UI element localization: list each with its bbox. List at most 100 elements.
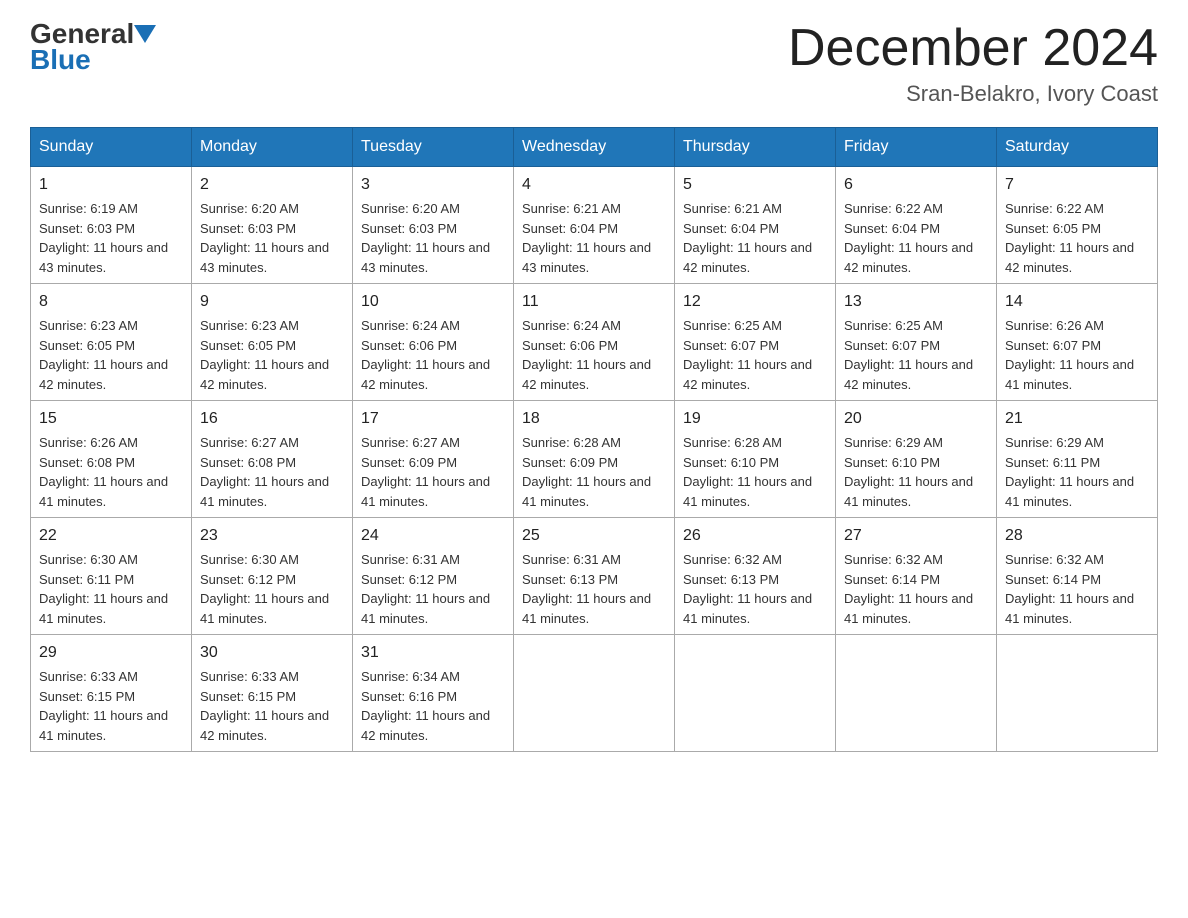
sunrise-label: Sunrise: 6:22 AM (844, 201, 943, 216)
table-row (836, 635, 997, 752)
header-monday: Monday (192, 128, 353, 167)
sunrise-label: Sunrise: 6:26 AM (1005, 318, 1104, 333)
daylight-label: Daylight: 11 hours and 43 minutes. (522, 240, 651, 275)
sunset-label: Sunset: 6:03 PM (39, 221, 135, 236)
sunrise-label: Sunrise: 6:24 AM (522, 318, 621, 333)
sunrise-label: Sunrise: 6:20 AM (361, 201, 460, 216)
header-tuesday: Tuesday (353, 128, 514, 167)
day-number: 5 (683, 173, 827, 197)
day-number: 28 (1005, 524, 1149, 548)
page-header: General Blue December 2024 Sran-Belakro,… (30, 20, 1158, 107)
sunrise-label: Sunrise: 6:30 AM (200, 552, 299, 567)
sunrise-label: Sunrise: 6:34 AM (361, 669, 460, 684)
sunset-label: Sunset: 6:14 PM (844, 572, 940, 587)
sunrise-label: Sunrise: 6:32 AM (844, 552, 943, 567)
header-friday: Friday (836, 128, 997, 167)
day-number: 7 (1005, 173, 1149, 197)
daylight-label: Daylight: 11 hours and 43 minutes. (39, 240, 168, 275)
daylight-label: Daylight: 11 hours and 42 minutes. (200, 357, 329, 392)
day-number: 26 (683, 524, 827, 548)
table-row: 5Sunrise: 6:21 AMSunset: 6:04 PMDaylight… (675, 167, 836, 284)
daylight-label: Daylight: 11 hours and 42 minutes. (361, 357, 490, 392)
sunrise-label: Sunrise: 6:26 AM (39, 435, 138, 450)
table-row: 25Sunrise: 6:31 AMSunset: 6:13 PMDayligh… (514, 518, 675, 635)
sunrise-label: Sunrise: 6:25 AM (683, 318, 782, 333)
sunset-label: Sunset: 6:06 PM (522, 338, 618, 353)
sunset-label: Sunset: 6:15 PM (39, 689, 135, 704)
daylight-label: Daylight: 11 hours and 43 minutes. (361, 240, 490, 275)
daylight-label: Daylight: 11 hours and 42 minutes. (200, 708, 329, 743)
day-number: 10 (361, 290, 505, 314)
sunset-label: Sunset: 6:12 PM (200, 572, 296, 587)
table-row: 9Sunrise: 6:23 AMSunset: 6:05 PMDaylight… (192, 284, 353, 401)
day-number: 31 (361, 641, 505, 665)
table-row: 23Sunrise: 6:30 AMSunset: 6:12 PMDayligh… (192, 518, 353, 635)
daylight-label: Daylight: 11 hours and 42 minutes. (1005, 240, 1134, 275)
sunset-label: Sunset: 6:07 PM (844, 338, 940, 353)
daylight-label: Daylight: 11 hours and 41 minutes. (683, 474, 812, 509)
day-number: 1 (39, 173, 183, 197)
daylight-label: Daylight: 11 hours and 43 minutes. (200, 240, 329, 275)
sunset-label: Sunset: 6:06 PM (361, 338, 457, 353)
day-number: 22 (39, 524, 183, 548)
table-row: 21Sunrise: 6:29 AMSunset: 6:11 PMDayligh… (997, 401, 1158, 518)
daylight-label: Daylight: 11 hours and 41 minutes. (1005, 591, 1134, 626)
table-row: 19Sunrise: 6:28 AMSunset: 6:10 PMDayligh… (675, 401, 836, 518)
daylight-label: Daylight: 11 hours and 42 minutes. (844, 240, 973, 275)
table-row: 4Sunrise: 6:21 AMSunset: 6:04 PMDaylight… (514, 167, 675, 284)
sunset-label: Sunset: 6:05 PM (1005, 221, 1101, 236)
day-number: 8 (39, 290, 183, 314)
sunset-label: Sunset: 6:11 PM (39, 572, 134, 587)
table-row: 2Sunrise: 6:20 AMSunset: 6:03 PMDaylight… (192, 167, 353, 284)
sunset-label: Sunset: 6:11 PM (1005, 455, 1100, 470)
sunset-label: Sunset: 6:07 PM (683, 338, 779, 353)
sunrise-label: Sunrise: 6:30 AM (39, 552, 138, 567)
sunrise-label: Sunrise: 6:31 AM (522, 552, 621, 567)
calendar-body: 1Sunrise: 6:19 AMSunset: 6:03 PMDaylight… (31, 167, 1158, 752)
day-number: 19 (683, 407, 827, 431)
sunrise-label: Sunrise: 6:21 AM (522, 201, 621, 216)
table-row (675, 635, 836, 752)
table-row: 1Sunrise: 6:19 AMSunset: 6:03 PMDaylight… (31, 167, 192, 284)
sunrise-label: Sunrise: 6:33 AM (200, 669, 299, 684)
table-row: 11Sunrise: 6:24 AMSunset: 6:06 PMDayligh… (514, 284, 675, 401)
daylight-label: Daylight: 11 hours and 42 minutes. (522, 357, 651, 392)
logo: General Blue (30, 20, 156, 76)
daylight-label: Daylight: 11 hours and 41 minutes. (39, 591, 168, 626)
day-number: 21 (1005, 407, 1149, 431)
table-row: 17Sunrise: 6:27 AMSunset: 6:09 PMDayligh… (353, 401, 514, 518)
table-row: 12Sunrise: 6:25 AMSunset: 6:07 PMDayligh… (675, 284, 836, 401)
sunrise-label: Sunrise: 6:23 AM (39, 318, 138, 333)
sunset-label: Sunset: 6:07 PM (1005, 338, 1101, 353)
day-number: 27 (844, 524, 988, 548)
sunset-label: Sunset: 6:15 PM (200, 689, 296, 704)
day-number: 30 (200, 641, 344, 665)
location: Sran-Belakro, Ivory Coast (788, 81, 1158, 107)
sunrise-label: Sunrise: 6:28 AM (522, 435, 621, 450)
header-sunday: Sunday (31, 128, 192, 167)
daylight-label: Daylight: 11 hours and 41 minutes. (1005, 357, 1134, 392)
table-row: 20Sunrise: 6:29 AMSunset: 6:10 PMDayligh… (836, 401, 997, 518)
sunset-label: Sunset: 6:04 PM (683, 221, 779, 236)
table-row: 8Sunrise: 6:23 AMSunset: 6:05 PMDaylight… (31, 284, 192, 401)
table-row: 16Sunrise: 6:27 AMSunset: 6:08 PMDayligh… (192, 401, 353, 518)
sunset-label: Sunset: 6:03 PM (361, 221, 457, 236)
daylight-label: Daylight: 11 hours and 42 minutes. (39, 357, 168, 392)
daylight-label: Daylight: 11 hours and 41 minutes. (361, 474, 490, 509)
daylight-label: Daylight: 11 hours and 41 minutes. (39, 474, 168, 509)
sunset-label: Sunset: 6:12 PM (361, 572, 457, 587)
sunset-label: Sunset: 6:13 PM (683, 572, 779, 587)
daylight-label: Daylight: 11 hours and 41 minutes. (844, 474, 973, 509)
sunrise-label: Sunrise: 6:25 AM (844, 318, 943, 333)
daylight-label: Daylight: 11 hours and 41 minutes. (39, 708, 168, 743)
table-row: 13Sunrise: 6:25 AMSunset: 6:07 PMDayligh… (836, 284, 997, 401)
sunrise-label: Sunrise: 6:33 AM (39, 669, 138, 684)
table-row: 6Sunrise: 6:22 AMSunset: 6:04 PMDaylight… (836, 167, 997, 284)
day-number: 4 (522, 173, 666, 197)
header-saturday: Saturday (997, 128, 1158, 167)
daylight-label: Daylight: 11 hours and 41 minutes. (200, 474, 329, 509)
sunset-label: Sunset: 6:09 PM (361, 455, 457, 470)
table-row: 29Sunrise: 6:33 AMSunset: 6:15 PMDayligh… (31, 635, 192, 752)
day-number: 16 (200, 407, 344, 431)
table-row: 24Sunrise: 6:31 AMSunset: 6:12 PMDayligh… (353, 518, 514, 635)
